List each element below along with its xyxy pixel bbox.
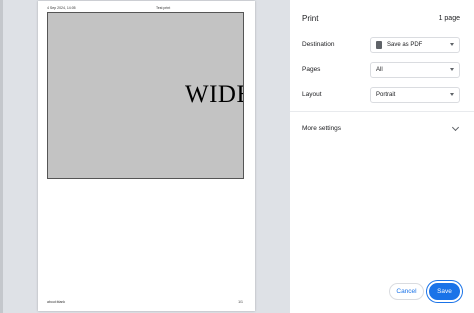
window-edge (0, 0, 3, 313)
cancel-button[interactable]: Cancel (389, 283, 424, 300)
page-header-date: 4 Sep 2024, 14:05 (47, 6, 76, 10)
chevron-down-icon (450, 68, 454, 71)
destination-select[interactable]: Save as PDF (370, 37, 460, 53)
pages-select[interactable]: All (370, 62, 460, 78)
preview-content-text: WIDE (185, 81, 243, 108)
chevron-down-icon[interactable] (451, 123, 460, 132)
chevron-down-icon (450, 43, 454, 46)
print-title: Print (302, 14, 319, 23)
page-count: 1 page (438, 15, 460, 22)
settings-divider (290, 111, 474, 112)
page-footer-number: 1/1 (238, 300, 243, 304)
pages-label: Pages (302, 66, 321, 73)
save-button[interactable]: Save (429, 283, 460, 300)
destination-value: Save as PDF (387, 42, 423, 48)
page-header-title: Test print (156, 6, 171, 10)
preview-page: 4 Sep 2024, 14:05 Test print WIDE about:… (38, 1, 255, 311)
destination-label: Destination (302, 41, 335, 48)
file-icon (376, 41, 382, 49)
print-preview-area: 4 Sep 2024, 14:05 Test print WIDE about:… (0, 0, 290, 313)
page-footer-url: about:blank (47, 300, 66, 304)
layout-value: Portrait (376, 92, 396, 98)
pages-value: All (376, 67, 383, 73)
chevron-down-icon (450, 93, 454, 96)
layout-label: Layout (302, 91, 322, 98)
preview-content-box: WIDE (47, 12, 244, 179)
print-settings-panel: Print 1 page Destination Save as PDF Pag… (290, 0, 474, 313)
more-settings-toggle[interactable]: More settings (302, 125, 341, 132)
layout-select[interactable]: Portrait (370, 87, 460, 103)
